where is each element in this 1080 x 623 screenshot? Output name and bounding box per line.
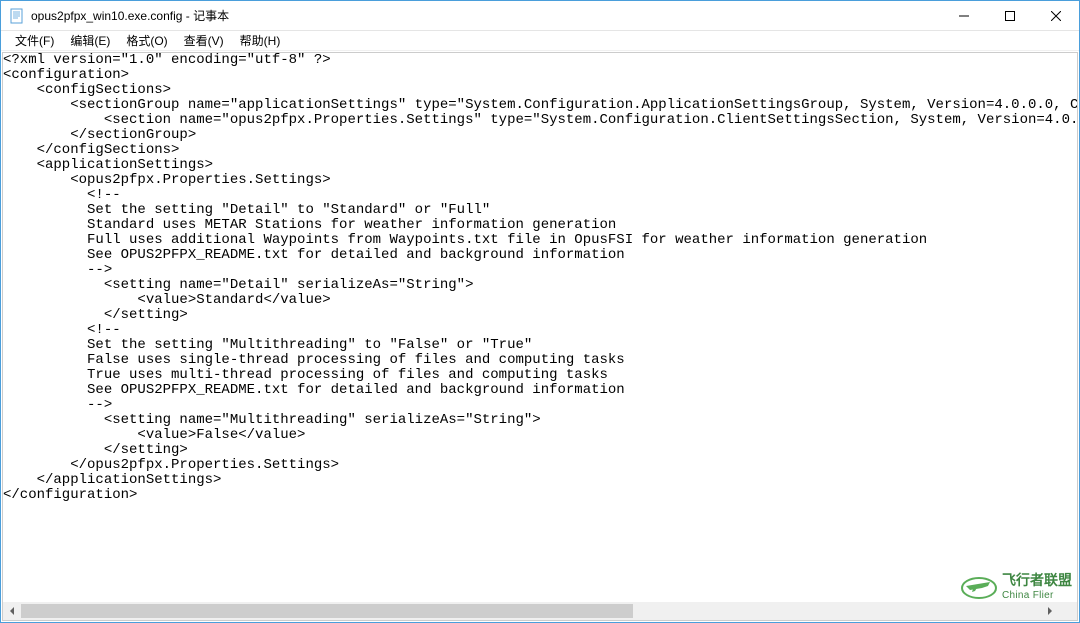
close-button[interactable] [1033,1,1079,31]
scroll-right-button[interactable] [1041,602,1059,620]
menu-file[interactable]: 文件(F) [7,30,62,51]
maximize-button[interactable] [987,1,1033,31]
window-title: opus2pfpx_win10.exe.config - 记事本 [31,7,941,24]
scroll-left-button[interactable] [3,602,21,620]
menu-format[interactable]: 格式(O) [118,30,175,51]
horizontal-scrollbar[interactable] [3,602,1059,620]
menu-edit[interactable]: 编辑(E) [62,30,118,51]
scrollbar-thumb[interactable] [21,604,633,618]
menubar: 文件(F) 编辑(E) 格式(O) 查看(V) 帮助(H) [1,31,1079,51]
menu-help[interactable]: 帮助(H) [232,30,289,51]
window-controls [941,1,1079,31]
notepad-icon [9,8,25,24]
notepad-window: opus2pfpx_win10.exe.config - 记事本 文件(F) 编… [0,0,1080,623]
text-editor[interactable]: <?xml version="1.0" encoding="utf-8" ?> … [3,53,1077,602]
titlebar[interactable]: opus2pfpx_win10.exe.config - 记事本 [1,1,1079,31]
editor-area: <?xml version="1.0" encoding="utf-8" ?> … [2,52,1078,621]
scrollbar-track[interactable] [21,602,1041,620]
scrollbar-corner [1059,602,1077,620]
menu-view[interactable]: 查看(V) [176,30,232,51]
minimize-button[interactable] [941,1,987,31]
